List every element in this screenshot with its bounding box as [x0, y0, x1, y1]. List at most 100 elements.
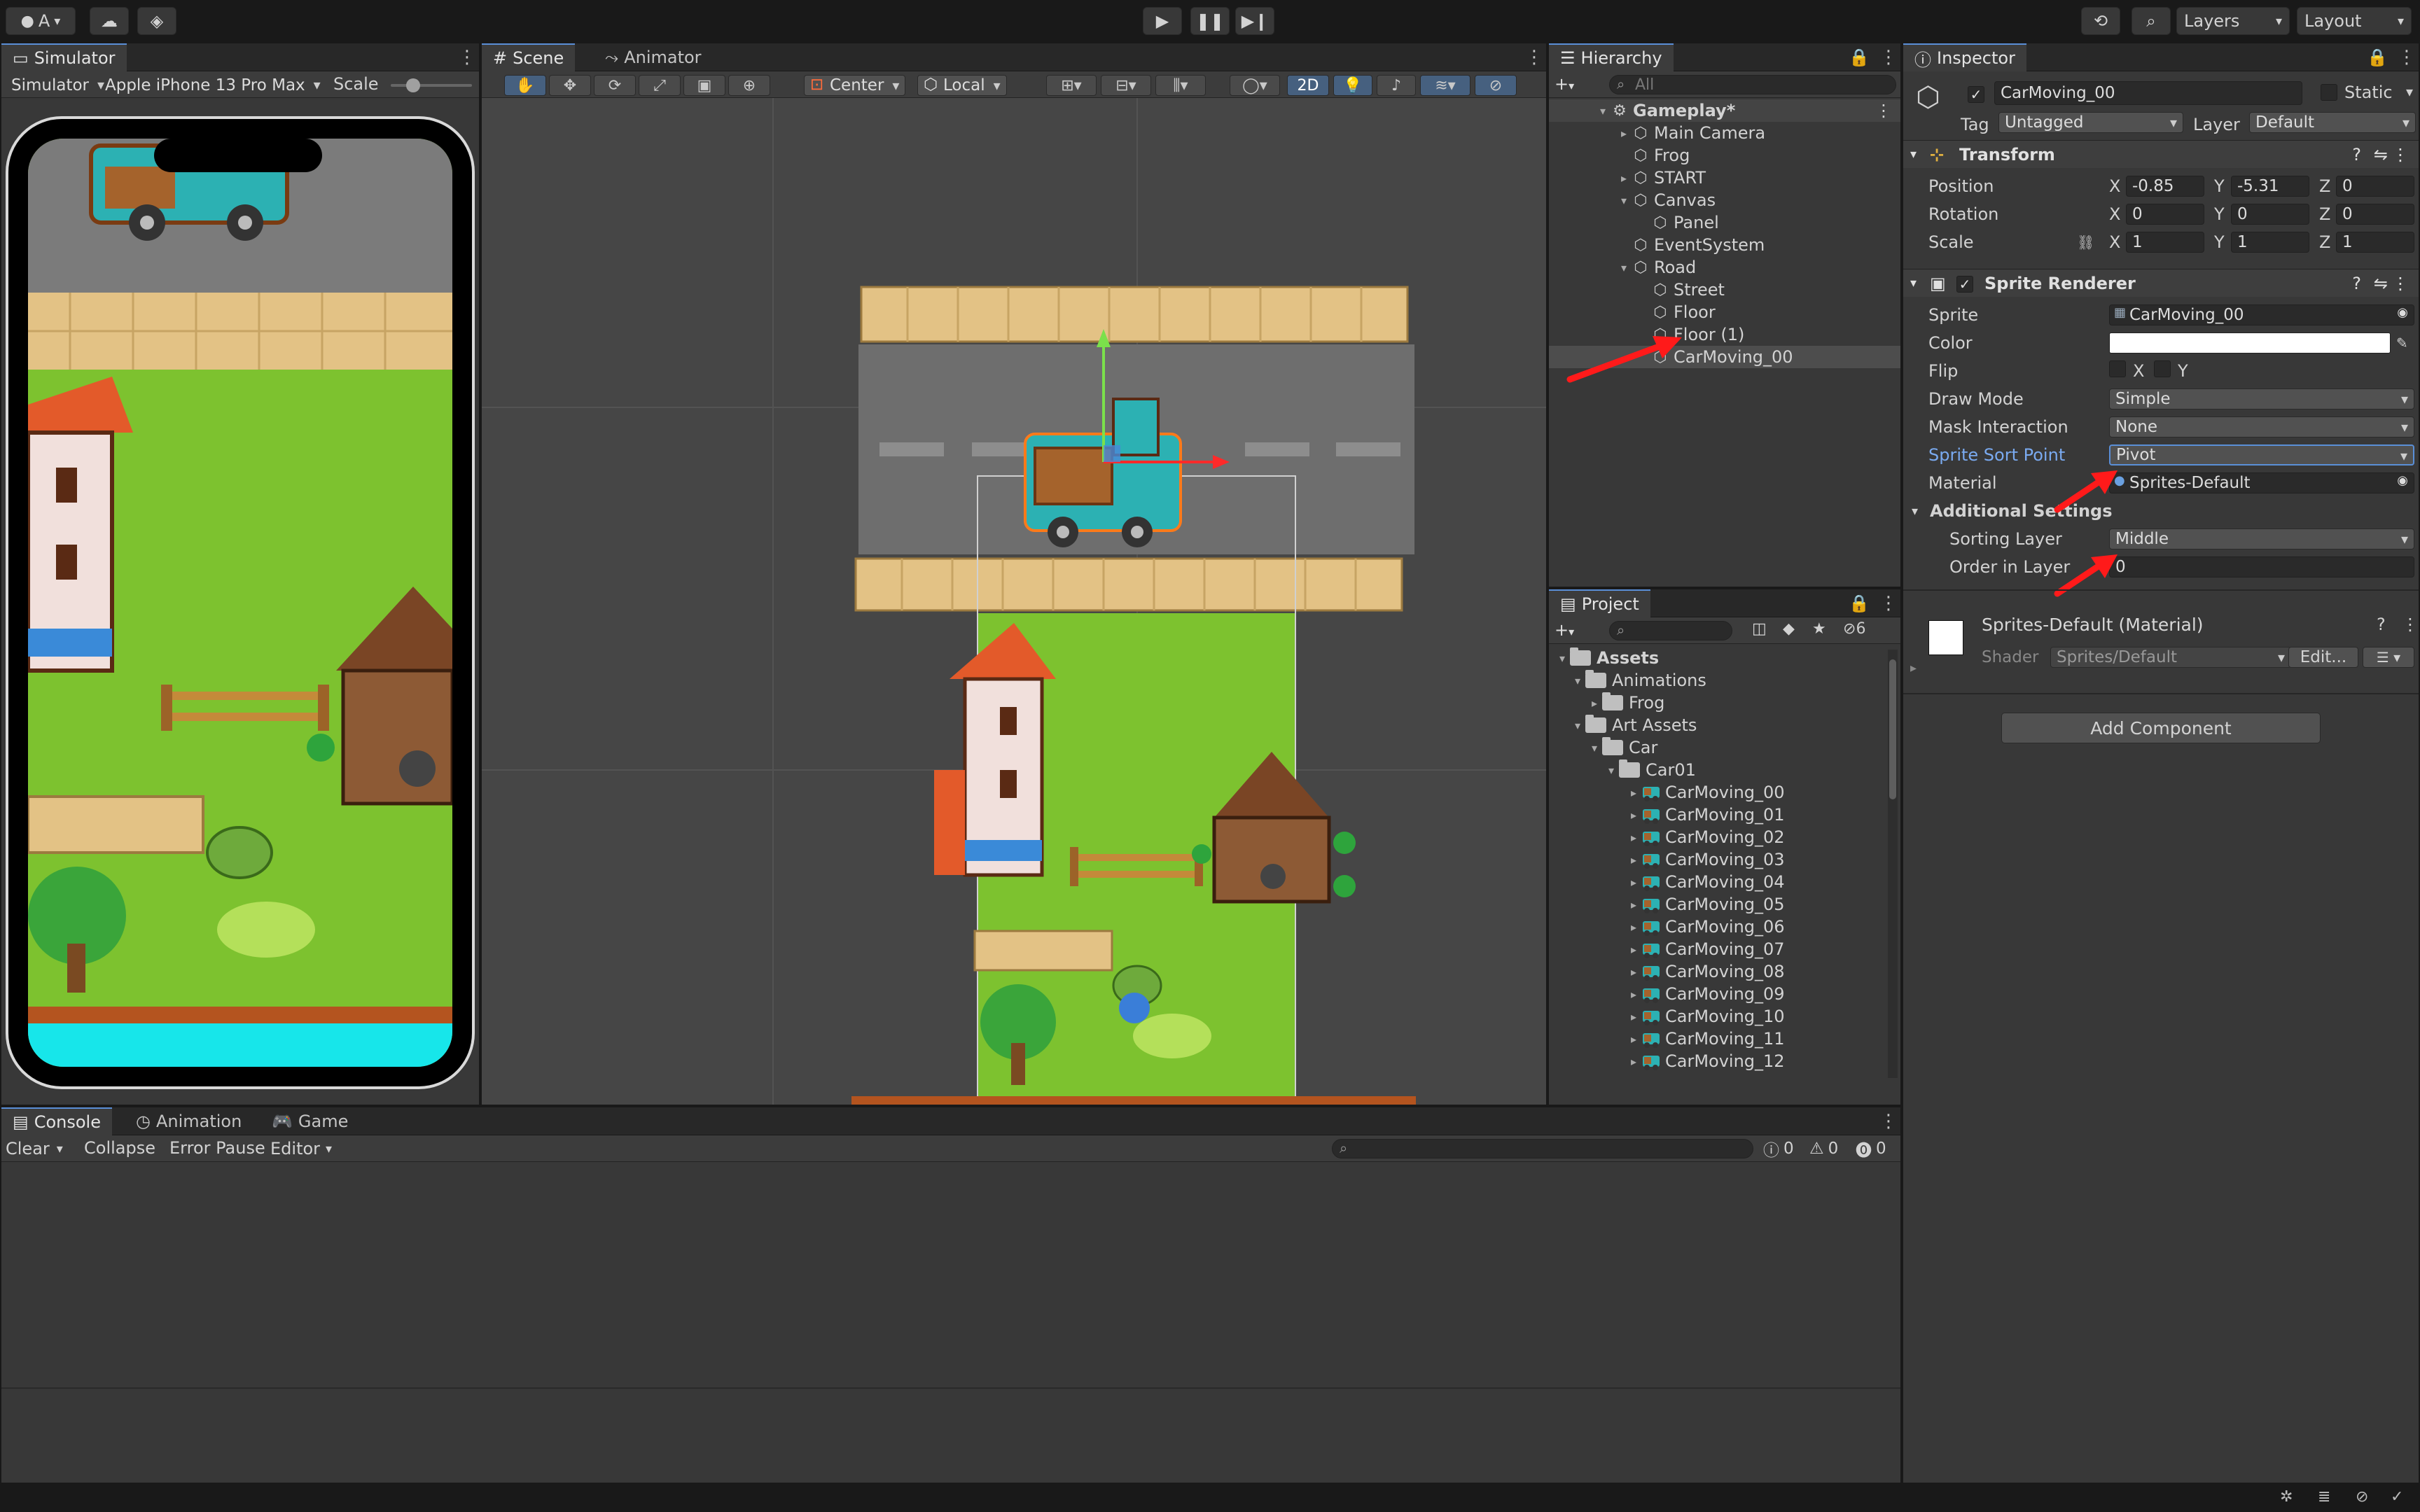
lock-icon[interactable]: 🔒 — [1849, 48, 1870, 67]
project-item-car01[interactable]: ▾ Car01 — [1549, 759, 1884, 781]
hidden-packages-toggle[interactable]: ⊘6 — [1843, 620, 1865, 638]
project-item-car[interactable]: ▾ Car — [1549, 736, 1884, 759]
hierarchy-item-frog[interactable]: ⬡ Frog — [1549, 144, 1900, 167]
tag-dropdown[interactable]: Untagged — [1998, 112, 2183, 133]
hierarchy-item-panel[interactable]: ⬡ Panel — [1549, 211, 1900, 234]
expand-arrow-icon[interactable]: ▸ — [1626, 1010, 1641, 1023]
layout-dropdown[interactable]: Layout ▾ — [2297, 7, 2412, 35]
add-component-button[interactable]: Add Component — [2001, 713, 2321, 743]
material-field[interactable]: ● Sprites-Default ◉ — [2109, 472, 2414, 493]
expand-arrow-icon[interactable]: ▾ — [1616, 194, 1632, 207]
collapse-arrow-icon[interactable]: ▾ — [1912, 504, 1918, 519]
collapse-arrow-icon[interactable]: ▾ — [1910, 147, 1917, 162]
console-search-input[interactable]: ⌕ — [1332, 1139, 1753, 1158]
expand-arrow-icon[interactable]: ▸ — [1626, 786, 1641, 799]
position-y-field[interactable]: -5.31 — [2231, 176, 2309, 197]
editor-dropdown[interactable]: Editor ▾ — [270, 1138, 332, 1159]
device-dropdown[interactable]: Apple iPhone 13 Pro Max — [99, 75, 326, 96]
hierarchy-item-eventsystem[interactable]: ⬡ EventSystem — [1549, 234, 1900, 256]
grid-snap-button[interactable]: ⊞▾ — [1046, 75, 1097, 96]
transform-tool-button[interactable]: ⊕ — [728, 75, 770, 96]
error-toggle[interactable]: ⓿0 — [1856, 1139, 1886, 1160]
flip-x-toggle[interactable] — [2109, 360, 2126, 382]
search-by-type-icon[interactable]: ◫ — [1752, 620, 1767, 638]
hierarchy-search-input[interactable]: ⌕ All — [1609, 75, 1896, 94]
console-split-divider[interactable] — [1, 1387, 1900, 1389]
project-item-frog[interactable]: ▸ Frog — [1549, 692, 1884, 714]
cache-icon[interactable]: ≣ — [2318, 1488, 2330, 1506]
tab-console[interactable]: ▤ Console — [1, 1107, 112, 1135]
sprite-sort-point-dropdown[interactable]: Pivot — [2109, 444, 2414, 465]
tab-hierarchy[interactable]: ☰ Hierarchy — [1549, 43, 1674, 71]
collapse-button[interactable]: Collapse — [84, 1138, 155, 1159]
project-item-sprite[interactable]: ▸ CarMoving_00 — [1549, 781, 1884, 804]
expand-arrow-icon[interactable]: ▾ — [1555, 652, 1570, 665]
project-scrollbar[interactable] — [1888, 650, 1898, 1078]
create-asset-button[interactable]: +▾ — [1555, 620, 1594, 641]
collapse-arrow-icon[interactable]: ▾ — [1910, 276, 1917, 290]
project-item-sprite[interactable]: ▸ CarMoving_04 — [1549, 871, 1884, 893]
error-pause-button[interactable]: Error Pause — [169, 1138, 265, 1159]
tab-game[interactable]: 🎮 Game — [260, 1107, 359, 1135]
expand-arrow-icon[interactable]: ▾ — [1595, 104, 1611, 118]
preset-icon[interactable]: ⇋ — [2374, 145, 2388, 164]
expand-arrow-icon[interactable]: ▸ — [1616, 127, 1632, 140]
undo-history-button[interactable]: ⟲ — [2081, 7, 2120, 35]
hierarchy-item-gameplay[interactable]: ▾ ⚙ Gameplay* ⋮ — [1549, 99, 1900, 122]
sprite-renderer-header[interactable]: ▾ ▣ ✓ Sprite Renderer ? ⇋ ⋮ — [1903, 269, 2419, 297]
more-options-icon[interactable]: ⋮ — [2392, 274, 2409, 293]
project-scrollbar-thumb[interactable] — [1889, 659, 1896, 799]
project-item-sprite[interactable]: ▸ CarMoving_10 — [1549, 1005, 1884, 1028]
project-item-sprite[interactable]: ▸ CarMoving_07 — [1549, 938, 1884, 960]
rect-tool-button[interactable]: ▣ — [683, 75, 725, 96]
rotation-x-field[interactable]: 0 — [2126, 204, 2204, 225]
expand-arrow-icon[interactable]: ▾ — [1570, 719, 1585, 732]
active-toggle[interactable]: ✓ — [1968, 84, 1984, 104]
align-button[interactable]: ⫼▾ — [1155, 75, 1206, 96]
project-item-sprite[interactable]: ▸ CarMoving_09 — [1549, 983, 1884, 1005]
scale-y-field[interactable]: 1 — [2231, 232, 2309, 253]
move-tool-button[interactable]: ✥ — [549, 75, 591, 96]
scale-x-field[interactable]: 1 — [2126, 232, 2204, 253]
visibility-button[interactable]: ⊘ — [1475, 75, 1517, 96]
cloud-button[interactable]: ☁ — [90, 7, 129, 35]
expand-arrow-icon[interactable]: ▸ — [1626, 853, 1641, 867]
object-picker-icon[interactable]: ◉ — [2397, 305, 2408, 320]
tab-project[interactable]: ▤ Project — [1549, 589, 1650, 617]
more-options-icon[interactable]: ⋮ — [2398, 48, 2416, 67]
color-swatch[interactable] — [2109, 332, 2391, 354]
hierarchy-item-canvas[interactable]: ▾ ⬡ Canvas — [1549, 189, 1900, 211]
lock-icon[interactable]: 🔒 — [1849, 594, 1870, 613]
draw-mode-button[interactable]: ◯▾ — [1230, 75, 1280, 96]
expand-arrow-icon[interactable]: ▸ — [1626, 1055, 1641, 1068]
project-item-art-assets[interactable]: ▾ Art Assets — [1549, 714, 1884, 736]
preset-icon[interactable]: ⇋ — [2374, 274, 2388, 293]
project-item-sprite[interactable]: ▸ CarMoving_03 — [1549, 848, 1884, 871]
step-button[interactable]: ▶❙ — [1235, 7, 1274, 35]
project-item-assets[interactable]: ▾ Assets — [1549, 647, 1884, 669]
more-options-icon[interactable]: ⋮ — [1879, 594, 1898, 613]
expand-arrow-icon[interactable]: ▸ — [1616, 172, 1632, 185]
project-item-sprite[interactable]: ▸ CarMoving_01 — [1549, 804, 1884, 826]
collab-button[interactable]: ◈ — [137, 7, 176, 35]
more-options-icon[interactable]: ⋮ — [1879, 1112, 1898, 1131]
rotate-tool-button[interactable]: ⟳ — [594, 75, 636, 96]
project-search-input[interactable]: ⌕ — [1609, 621, 1732, 640]
hierarchy-item-street[interactable]: ⬡ Street — [1549, 279, 1900, 301]
expand-arrow-icon[interactable]: ▸ — [1626, 1032, 1641, 1046]
hierarchy-item-floor[interactable]: ⬡ Floor — [1549, 301, 1900, 323]
lighting-button[interactable]: 💡 — [1333, 75, 1372, 96]
constrain-proportions-icon[interactable]: ⛓ — [2077, 234, 2094, 251]
project-item-sprite[interactable]: ▸ CarMoving_05 — [1549, 893, 1884, 916]
account-dropdown[interactable]: ● A ▾ — [6, 7, 76, 35]
expand-arrow-icon[interactable]: ▸ — [1587, 696, 1602, 710]
expand-arrow-icon[interactable]: ▾ — [1587, 741, 1602, 755]
enabled-toggle[interactable]: ✓ — [1956, 274, 1973, 293]
tab-animation[interactable]: ◷ Animation — [125, 1107, 253, 1135]
clear-button[interactable]: Clear ▾ — [6, 1138, 63, 1159]
sorting-layer-dropdown[interactable]: Middle — [2109, 528, 2414, 550]
sprite-field[interactable]: ▦ CarMoving_00 ◉ — [2109, 304, 2414, 326]
mask-interaction-dropdown[interactable]: None — [2109, 416, 2414, 438]
static-toggle[interactable] — [2321, 84, 2337, 105]
expand-arrow-icon[interactable]: ▸ — [1626, 898, 1641, 911]
